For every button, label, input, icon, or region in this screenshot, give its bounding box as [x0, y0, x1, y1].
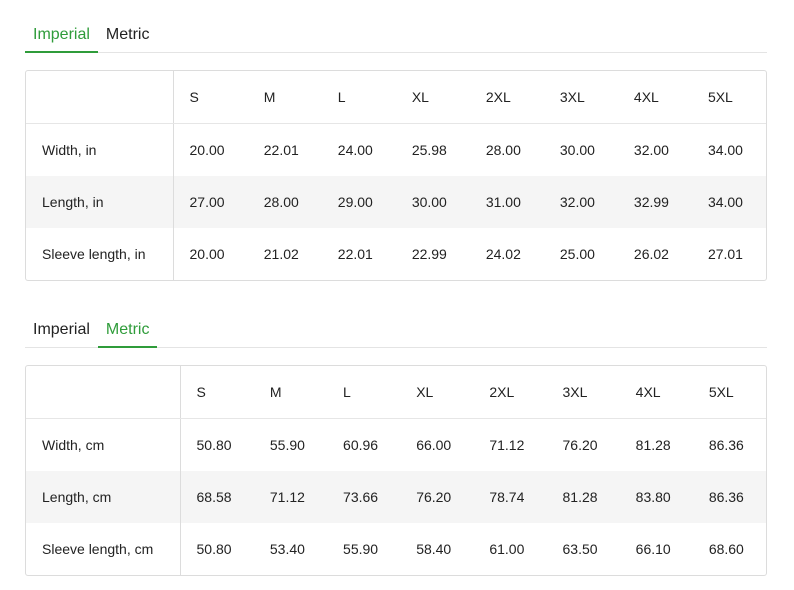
unit-tabs-metric-section: Imperial Metric	[25, 319, 767, 348]
table-cell: 50.80	[196, 437, 232, 453]
size-header: 2XL	[469, 71, 544, 124]
table-row: Length, in 27.00 28.00 29.00 30.00 31.00…	[26, 176, 766, 228]
table-cell: 29.00	[321, 176, 396, 228]
size-header: XL	[395, 71, 470, 124]
size-header: XL	[400, 366, 474, 419]
size-header: M	[253, 366, 328, 419]
table-cell: 26.02	[633, 246, 669, 262]
table-cell: 53.40	[269, 541, 305, 557]
table-cell: 30.00	[559, 142, 595, 158]
table-cell: 86.36	[708, 437, 744, 453]
row-label: Width, in	[26, 123, 174, 176]
table-cell: 31.00	[469, 176, 544, 228]
table-cell: 66.00	[416, 437, 452, 453]
row-label: Length, in	[26, 176, 174, 228]
size-header: S	[173, 71, 248, 124]
table-cell: 68.58	[180, 471, 254, 523]
table-cell: 60.96	[343, 437, 379, 453]
table-row: Sleeve length, in 20.00 21.02 22.01 22.9…	[26, 228, 766, 280]
table-header-row: S M L XL 2XL 3XL 4XL 5XL	[26, 71, 766, 124]
size-header: 3XL	[546, 366, 620, 419]
table-cell: 81.28	[546, 471, 620, 523]
table-cell: 61.00	[489, 541, 525, 557]
unit-tabs-imperial-section: Imperial Metric	[25, 24, 767, 53]
table-cell: 34.00	[707, 142, 743, 158]
size-header: 4XL	[619, 366, 693, 419]
size-header: 4XL	[617, 71, 692, 124]
table-cell: 32.99	[617, 176, 692, 228]
size-header: 5XL	[691, 71, 766, 124]
table-cell: 24.02	[485, 246, 521, 262]
table-header-row: S M L XL 2XL 3XL 4XL 5XL	[26, 366, 766, 419]
size-header: L	[321, 71, 396, 124]
row-label: Width, cm	[26, 418, 181, 471]
table-cell: 30.00	[395, 176, 470, 228]
table-cell: 76.20	[562, 437, 598, 453]
table-cell: 32.00	[543, 176, 618, 228]
table-cell: 55.90	[343, 541, 379, 557]
table-cell: 58.40	[416, 541, 452, 557]
table-cell: 86.36	[692, 471, 766, 523]
table-cell: 68.60	[708, 541, 744, 557]
table-cell: 63.50	[562, 541, 598, 557]
table-cell: 55.90	[269, 437, 305, 453]
row-label: Sleeve length, in	[26, 228, 174, 280]
table-row: Width, in 20.00 22.01 24.00 25.98 28.00 …	[26, 123, 766, 176]
size-header: 2XL	[473, 366, 547, 419]
table-cell: 20.00	[189, 142, 225, 158]
size-header: S	[180, 366, 254, 419]
table-cell: 28.00	[485, 142, 521, 158]
corner-cell	[26, 366, 181, 419]
table-cell: 21.02	[263, 246, 299, 262]
tab-metric[interactable]: Metric	[98, 24, 158, 51]
row-label: Sleeve length, cm	[26, 523, 181, 575]
table-cell: 28.00	[247, 176, 322, 228]
table-cell: 25.98	[411, 142, 447, 158]
table-cell: 50.80	[196, 541, 232, 557]
size-header: 3XL	[543, 71, 618, 124]
row-label: Length, cm	[26, 471, 181, 523]
size-header: 5XL	[692, 366, 766, 419]
table-cell: 27.00	[173, 176, 248, 228]
corner-cell	[26, 71, 174, 124]
table-cell: 22.99	[411, 246, 447, 262]
table-row: Length, cm 68.58 71.12 73.66 76.20 78.74…	[26, 471, 766, 523]
table-cell: 20.00	[189, 246, 225, 262]
table-cell: 34.00	[691, 176, 766, 228]
table-cell: 22.01	[263, 142, 299, 158]
tab-imperial[interactable]: Imperial	[25, 319, 98, 346]
table-cell: 73.66	[327, 471, 401, 523]
size-chart-metric: S M L XL 2XL 3XL 4XL 5XL Width, cm 50.80…	[25, 365, 767, 576]
table-row: Width, cm 50.80 55.90 60.96 66.00 71.12 …	[26, 418, 766, 471]
size-header: L	[327, 366, 401, 419]
table-cell: 71.12	[489, 437, 525, 453]
tab-metric[interactable]: Metric	[97, 319, 158, 348]
table-cell: 78.74	[473, 471, 547, 523]
tab-imperial[interactable]: Imperial	[25, 24, 98, 53]
table-cell: 71.12	[253, 471, 328, 523]
table-cell: 24.00	[337, 142, 373, 158]
table-cell: 32.00	[633, 142, 669, 158]
table-cell: 22.01	[337, 246, 373, 262]
size-chart-imperial: S M L XL 2XL 3XL 4XL 5XL Width, in 20.00…	[25, 70, 767, 281]
table-cell: 66.10	[635, 541, 671, 557]
table-cell: 76.20	[400, 471, 474, 523]
size-header: M	[247, 71, 322, 124]
table-cell: 25.00	[559, 246, 595, 262]
table-cell: 81.28	[635, 437, 671, 453]
table-row: Sleeve length, cm 50.80 53.40 55.90 58.4…	[26, 523, 766, 575]
table-cell: 27.01	[707, 246, 743, 262]
table-cell: 83.80	[619, 471, 693, 523]
